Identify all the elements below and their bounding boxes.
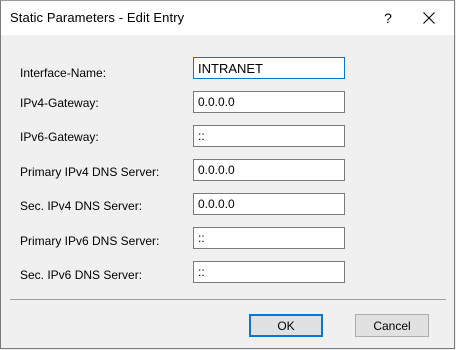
sec-ipv6-dns-input[interactable] bbox=[193, 261, 345, 283]
primary-ipv6-dns-label: Primary IPv6 DNS Server: bbox=[20, 234, 160, 248]
divider bbox=[10, 299, 446, 300]
ok-button[interactable]: OK bbox=[249, 314, 323, 337]
primary-ipv4-dns-label: Primary IPv4 DNS Server: bbox=[20, 165, 160, 179]
cancel-button[interactable]: Cancel bbox=[355, 314, 429, 337]
sec-ipv4-dns-input[interactable] bbox=[193, 193, 345, 215]
ipv6-gateway-input[interactable] bbox=[193, 125, 345, 147]
interface-name-input[interactable] bbox=[193, 57, 345, 79]
ipv4-gateway-input[interactable] bbox=[193, 91, 345, 113]
ipv6-gateway-label: IPv6-Gateway: bbox=[20, 130, 99, 144]
close-icon bbox=[423, 12, 435, 24]
help-icon: ? bbox=[384, 10, 392, 26]
help-button[interactable]: ? bbox=[375, 5, 401, 31]
title-bar[interactable]: Static Parameters - Edit Entry ? bbox=[1, 1, 454, 35]
dialog-window: Static Parameters - Edit Entry ? Interfa… bbox=[0, 0, 455, 349]
window-title: Static Parameters - Edit Entry bbox=[10, 10, 185, 25]
close-button[interactable] bbox=[413, 4, 445, 32]
ipv4-gateway-label: IPv4-Gateway: bbox=[20, 96, 99, 110]
sec-ipv6-dns-label: Sec. IPv6 DNS Server: bbox=[20, 268, 143, 282]
interface-name-label: Interface-Name: bbox=[20, 66, 107, 80]
sec-ipv4-dns-label: Sec. IPv4 DNS Server: bbox=[20, 199, 143, 213]
primary-ipv6-dns-input[interactable] bbox=[193, 227, 345, 249]
primary-ipv4-dns-input[interactable] bbox=[193, 159, 345, 181]
